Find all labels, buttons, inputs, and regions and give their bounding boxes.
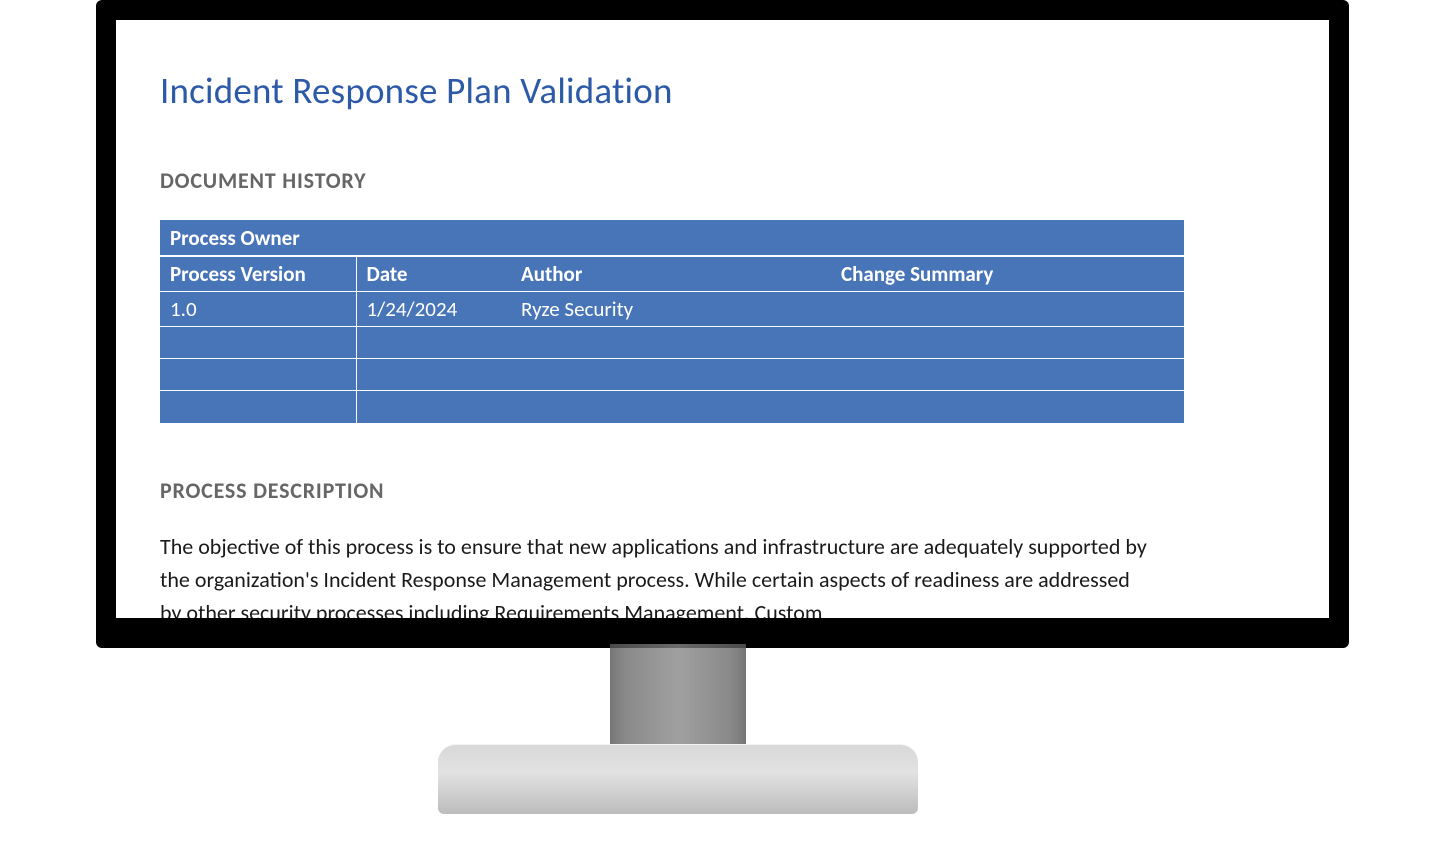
header-version: Process Version <box>160 256 356 292</box>
monitor-neck <box>610 648 746 748</box>
document-title: Incident Response Plan Validation <box>160 68 1285 113</box>
monitor-bezel: Incident Response Plan Validation DOCUME… <box>96 0 1349 648</box>
table-header-row: Process Version Date Author Change Summa… <box>160 256 1184 292</box>
cell-date: 1/24/2024 <box>356 292 511 327</box>
cell-version: 1.0 <box>160 292 356 327</box>
cell-change-summary <box>831 292 1184 327</box>
table-row-empty <box>160 327 1184 359</box>
monitor-screen: Incident Response Plan Validation DOCUME… <box>116 20 1329 618</box>
process-description-heading: PROCESS DESCRIPTION <box>160 477 1285 504</box>
table-row-empty <box>160 359 1184 391</box>
table-row: 1.0 1/24/2024 Ryze Security <box>160 292 1184 327</box>
header-date: Date <box>356 256 511 292</box>
cell-author: Ryze Security <box>511 292 831 327</box>
header-author: Author <box>511 256 831 292</box>
process-description-body: The objective of this process is to ensu… <box>160 530 1150 619</box>
document-history-table: Process Owner Process Version Date Autho… <box>160 220 1184 423</box>
table-row-empty <box>160 391 1184 423</box>
document-history-heading: DOCUMENT HISTORY <box>160 167 1285 194</box>
header-change-summary: Change Summary <box>831 256 1184 292</box>
monitor-base <box>438 744 918 814</box>
table-owner-row: Process Owner <box>160 220 1184 256</box>
process-owner-label: Process Owner <box>160 220 1184 256</box>
